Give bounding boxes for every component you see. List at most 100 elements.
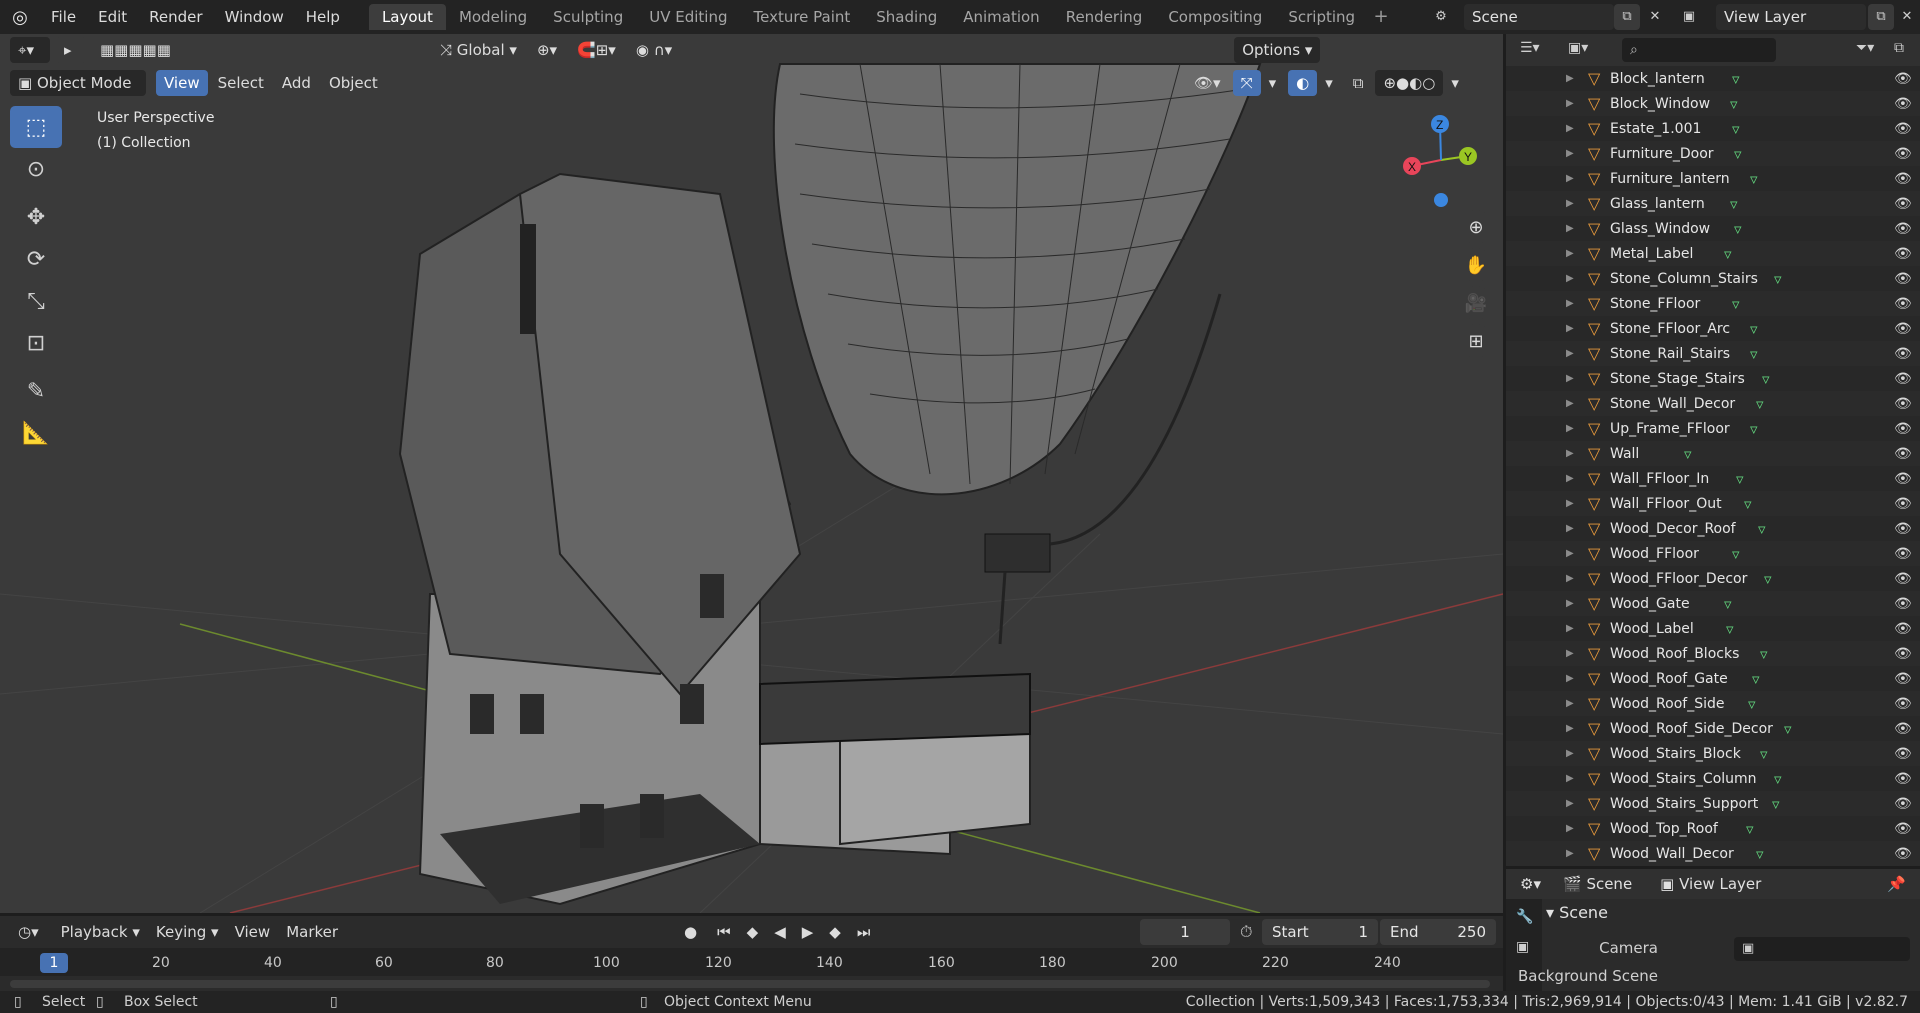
expand-arrow-icon[interactable]: ▶	[1566, 273, 1574, 284]
outliner-row[interactable]: ▶ ▽ Wood_Roof_Gate ▿ 👁	[1506, 666, 1920, 691]
visibility-eye-icon[interactable]: 👁	[1894, 671, 1912, 687]
expand-arrow-icon[interactable]: ▶	[1566, 398, 1574, 409]
mesh-data-icon[interactable]: ▿	[1750, 345, 1758, 363]
transform-orientation-dropdown[interactable]: ⤨ Global ▾	[432, 37, 525, 63]
outliner-item-name[interactable]: Wood_Roof_Side	[1610, 696, 1724, 712]
mesh-data-icon[interactable]: ▿	[1758, 520, 1766, 538]
outliner-row[interactable]: ▶ ▽ Stone_Rail_Stairs ▿ 👁	[1506, 341, 1920, 366]
mesh-data-icon[interactable]: ▿	[1734, 220, 1742, 238]
mesh-data-icon[interactable]: ▿	[1772, 795, 1780, 813]
expand-arrow-icon[interactable]: ▶	[1566, 373, 1574, 384]
3d-viewport[interactable]: ⌖▾ ▸ ▦▦▦▦▦ ⤨ Global ▾ ⊕▾ 🧲⊞▾ ◉ ∩▾ Option…	[0, 34, 1503, 913]
jump-start-icon[interactable]: ⏮	[709, 919, 739, 945]
mesh-data-icon[interactable]: ▿	[1760, 745, 1768, 763]
outliner-row[interactable]: ▶ ▽ Stone_Wall_Decor ▿ 👁	[1506, 391, 1920, 416]
rotate-tool-icon[interactable]: ⟳	[10, 238, 62, 280]
selection-mode-icons[interactable]: ▦▦▦▦▦	[92, 37, 212, 63]
pivot-point-icon[interactable]: ⊕▾	[529, 37, 565, 63]
preview-range-icon[interactable]: ⏱	[1240, 922, 1252, 942]
expand-arrow-icon[interactable]: ▶	[1566, 723, 1574, 734]
jump-end-icon[interactable]: ⏭	[849, 919, 879, 945]
expand-arrow-icon[interactable]: ▶	[1566, 298, 1574, 309]
expand-arrow-icon[interactable]: ▶	[1566, 598, 1574, 609]
outliner-row[interactable]: ▶ ▽ Glass_Window ▿ 👁	[1506, 216, 1920, 241]
outliner-row[interactable]: ▶ ▽ Block_lantern ▿ 👁	[1506, 66, 1920, 91]
outliner-item-name[interactable]: Wood_Roof_Gate	[1610, 671, 1728, 687]
outliner-item-name[interactable]: Furniture_Door	[1610, 146, 1714, 162]
expand-arrow-icon[interactable]: ▶	[1566, 623, 1574, 634]
mesh-data-icon[interactable]: ▿	[1734, 145, 1742, 163]
expand-arrow-icon[interactable]: ▶	[1566, 748, 1574, 759]
record-icon[interactable]: ●	[676, 919, 705, 945]
visibility-eye-icon[interactable]: 👁	[1894, 396, 1912, 412]
expand-arrow-icon[interactable]: ▶	[1566, 198, 1574, 209]
prev-keyframe-icon[interactable]: ◆	[739, 919, 767, 945]
visibility-eye-icon[interactable]: 👁	[1894, 221, 1912, 237]
next-keyframe-icon[interactable]: ◆	[821, 919, 849, 945]
outliner-item-name[interactable]: Metal_Label	[1610, 246, 1693, 262]
tab-sculpting[interactable]: Sculpting	[540, 4, 636, 30]
menu-edit[interactable]: Edit	[87, 0, 138, 34]
outliner-item-name[interactable]: Wood_Wall_Decor	[1610, 846, 1734, 862]
proportional-editing-icon[interactable]: ◉ ∩▾	[628, 37, 680, 63]
outliner-item-name[interactable]: Block_lantern	[1610, 71, 1705, 87]
shading-modes-icons[interactable]: ⊕●◐○	[1375, 70, 1444, 96]
mesh-data-icon[interactable]: ▿	[1744, 495, 1752, 513]
snapping-icon[interactable]: 🧲⊞▾	[569, 37, 624, 63]
outliner-item-name[interactable]: Wood_FFloor_Decor	[1610, 571, 1747, 587]
visibility-eye-icon[interactable]: 👁	[1894, 471, 1912, 487]
pin-icon[interactable]: 📌	[1887, 875, 1906, 893]
outliner-item-name[interactable]: Glass_Window	[1610, 221, 1710, 237]
expand-arrow-icon[interactable]: ▶	[1566, 98, 1574, 109]
mesh-data-icon[interactable]: ▿	[1750, 320, 1758, 338]
outliner-item-name[interactable]: Wood_Stairs_Support	[1610, 796, 1758, 812]
menu-object[interactable]: Object	[321, 70, 386, 96]
menu-help[interactable]: Help	[295, 0, 351, 34]
outliner-item-name[interactable]: Stone_FFloor	[1610, 296, 1700, 312]
visibility-eye-icon[interactable]: 👁	[1894, 846, 1912, 862]
delete-view-layer-icon[interactable]: ✕	[1894, 4, 1920, 30]
scale-tool-icon[interactable]: ⤡	[10, 280, 62, 322]
shading-dropdown-icon[interactable]: ▾	[1443, 70, 1467, 96]
scene-panel-title[interactable]: ▾ Scene	[1546, 903, 1608, 922]
outliner-row[interactable]: ▶ ▽ Wood_Roof_Side ▿ 👁	[1506, 691, 1920, 716]
ortho-toggle-icon[interactable]: ⊞	[1459, 324, 1493, 358]
visibility-eye-icon[interactable]: 👁	[1894, 321, 1912, 337]
properties-editor-type-icon[interactable]: ⚙▾	[1520, 875, 1541, 893]
overlay-dropdown-icon[interactable]: ▾	[1317, 70, 1341, 96]
mesh-data-icon[interactable]: ▿	[1730, 95, 1738, 113]
tab-uv-editing[interactable]: UV Editing	[636, 4, 740, 30]
blender-logo-icon[interactable]: ◎	[0, 0, 40, 34]
tab-scripting[interactable]: Scripting	[1275, 4, 1368, 30]
current-frame-field[interactable]: 1	[1140, 919, 1230, 945]
menu-select[interactable]: Select	[210, 70, 272, 96]
visibility-eye-icon[interactable]: 👁	[1894, 171, 1912, 187]
new-view-layer-icon[interactable]: ⧉	[1868, 4, 1894, 30]
outliner-item-name[interactable]: Wood_Decor_Roof	[1610, 521, 1736, 537]
outliner-row[interactable]: ▶ ▽ Wood_Roof_Side_Decor ▿ 👁	[1506, 716, 1920, 741]
outliner-row[interactable]: ▶ ▽ Furniture_Door ▿ 👁	[1506, 141, 1920, 166]
options-dropdown[interactable]: Options ▾	[1234, 37, 1321, 63]
expand-arrow-icon[interactable]: ▶	[1566, 448, 1574, 459]
outliner-row[interactable]: ▶ ▽ Glass_lantern ▿ 👁	[1506, 191, 1920, 216]
outliner-row[interactable]: ▶ ▽ Wood_Roof_Blocks ▿ 👁	[1506, 641, 1920, 666]
timeline-editor-type-icon[interactable]: ◷▾	[10, 919, 47, 945]
view-layer-selector-icon[interactable]: ▣	[1676, 4, 1702, 30]
outliner-row[interactable]: ▶ ▽ Wood_FFloor ▿ 👁	[1506, 541, 1920, 566]
mesh-data-icon[interactable]: ▿	[1756, 395, 1764, 413]
cursor-tool-icon[interactable]: ⊙	[10, 148, 62, 190]
outliner-row[interactable]: ▶ ▽ Stone_FFloor ▿ 👁	[1506, 291, 1920, 316]
visibility-eye-icon[interactable]: 👁	[1894, 346, 1912, 362]
view-layer-name-field[interactable]: View Layer	[1716, 4, 1866, 30]
visibility-eye-icon[interactable]: 👁	[1894, 271, 1912, 287]
select-box-tool-icon[interactable]: ⬚	[10, 106, 62, 148]
mesh-data-icon[interactable]: ▿	[1760, 645, 1768, 663]
visibility-eye-icon[interactable]: 👁	[1894, 721, 1912, 737]
visibility-eye-icon[interactable]: 👁	[1894, 696, 1912, 712]
outliner-row[interactable]: ▶ ▽ Wood_Decor_Roof ▿ 👁	[1506, 516, 1920, 541]
navigation-gizmo[interactable]: X Y Z	[1396, 110, 1486, 210]
expand-arrow-icon[interactable]: ▶	[1566, 648, 1574, 659]
tab-shading[interactable]: Shading	[863, 4, 950, 30]
outliner-item-name[interactable]: Wood_Stairs_Block	[1610, 746, 1741, 762]
visibility-eye-icon[interactable]: 👁	[1894, 521, 1912, 537]
